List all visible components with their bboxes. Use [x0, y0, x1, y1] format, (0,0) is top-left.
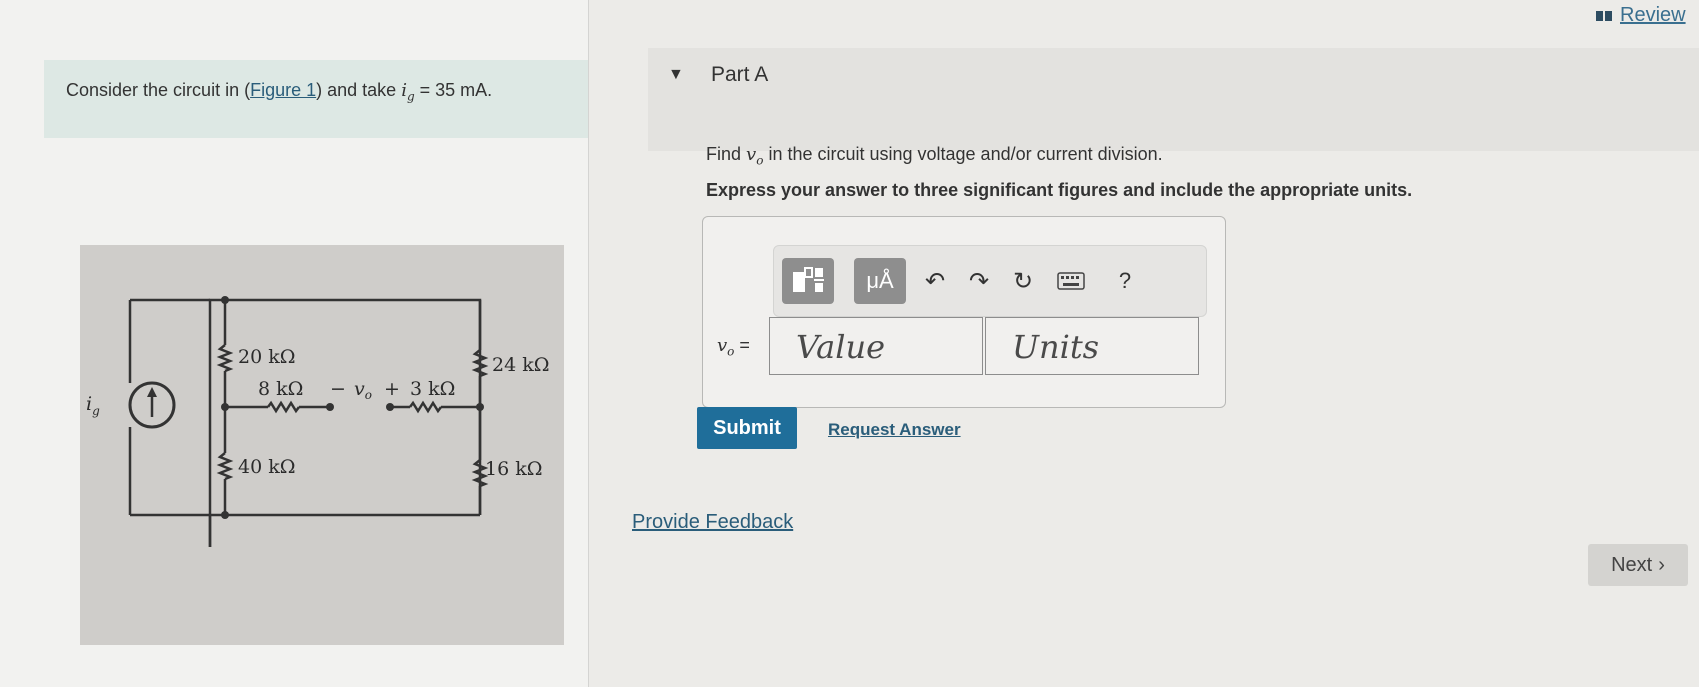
redo-icon[interactable]: ↷: [964, 266, 994, 296]
problem-equation: = 35 mA.: [414, 80, 493, 100]
part-a-header[interactable]: ▼ Part A: [648, 48, 1699, 151]
caret-down-icon[interactable]: ▼: [668, 66, 684, 84]
review-label: Review: [1620, 4, 1686, 26]
help-icon[interactable]: ?: [1110, 266, 1140, 296]
answer-instructions: Express your answer to three significant…: [706, 180, 1413, 200]
units-icon[interactable]: μÅ: [854, 258, 906, 304]
vo-minus-label: −: [330, 378, 346, 400]
provide-feedback-link[interactable]: Provide Feedback: [632, 511, 793, 534]
ig-variable: ig: [401, 80, 415, 104]
answer-panel: μÅ ↶ ↷ ↻ ? vo = Value Units: [702, 216, 1226, 408]
chevron-right-icon: ›: [1658, 553, 1665, 576]
units-placeholder: Units: [1012, 328, 1100, 366]
resistor-40k-label: 40 kΩ: [238, 456, 295, 478]
question-text: Find vo in the circuit using voltage and…: [706, 144, 1163, 168]
units-input[interactable]: Units: [985, 317, 1199, 375]
resistor-20k-label: 20 kΩ: [238, 346, 295, 368]
source-label: ig: [86, 393, 100, 418]
review-link[interactable]: Review: [1596, 4, 1686, 27]
next-label: Next: [1611, 553, 1653, 576]
problem-statement: Consider the circuit in (Figure 1) and t…: [44, 60, 588, 138]
resistor-16k-label: 16 kΩ: [485, 458, 542, 480]
next-button[interactable]: Next ›: [1588, 544, 1688, 586]
math-toolbar: μÅ ↶ ↷ ↻ ?: [773, 245, 1207, 317]
problem-prefix: Consider the circuit in (: [66, 80, 251, 100]
templates-icon[interactable]: [782, 258, 834, 304]
circuit-diagram: ig 20 kΩ 24 kΩ 8 kΩ 3 kΩ 40 kΩ 16 kΩ − v…: [86, 296, 549, 547]
circuit-figure: ig 20 kΩ 24 kΩ 8 kΩ 3 kΩ 40 kΩ 16 kΩ − v…: [80, 245, 564, 645]
figure-link[interactable]: Figure 1: [250, 80, 316, 100]
vo-answer-label: vo =: [717, 335, 750, 359]
source-arrowhead: [147, 387, 157, 397]
request-answer-link[interactable]: Request Answer: [828, 420, 961, 440]
undo-icon[interactable]: ↶: [920, 266, 950, 296]
problem-pane: Consider the circuit in (Figure 1) and t…: [0, 0, 589, 687]
reset-icon[interactable]: ↻: [1008, 266, 1038, 296]
vo-label: vo: [354, 378, 372, 402]
problem-middle: ) and take: [316, 80, 402, 100]
value-placeholder: Value: [796, 328, 886, 366]
value-input[interactable]: Value: [769, 317, 983, 375]
vo-plus-label: +: [384, 378, 400, 400]
resistor-8k-label: 8 kΩ: [258, 378, 303, 400]
keyboard-icon[interactable]: [1056, 266, 1086, 296]
part-title: Part A: [711, 63, 769, 86]
resistor-24k-label: 24 kΩ: [492, 354, 549, 376]
resistor-3k-label: 3 kΩ: [410, 378, 455, 400]
book-icon: [1596, 10, 1612, 21]
submit-button[interactable]: Submit: [697, 407, 797, 449]
problem-text: Consider the circuit in (Figure 1) and t…: [66, 80, 492, 104]
